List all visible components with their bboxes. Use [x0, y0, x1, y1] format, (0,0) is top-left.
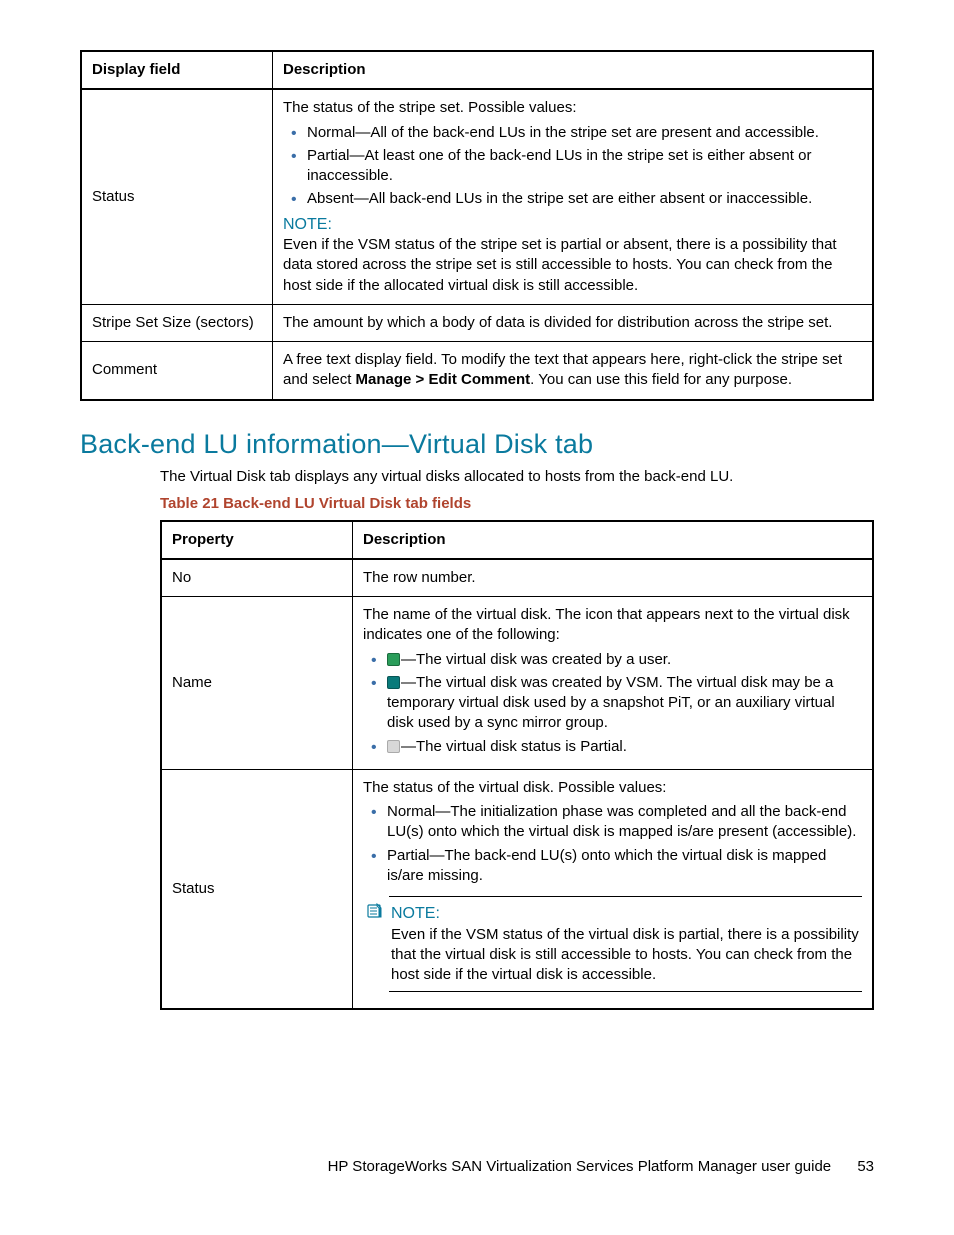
section-intro: The Virtual Disk tab displays any virtua… [160, 468, 874, 485]
cell-size-desc: The amount by which a body of data is di… [273, 304, 874, 341]
cell-size-field: Stripe Set Size (sectors) [81, 304, 273, 341]
page-number: 53 [857, 1158, 874, 1175]
table-virtual-disk-fields: Property Description No The row number. … [160, 520, 874, 1011]
note-body: Even if the VSM status of the stripe set… [283, 235, 862, 296]
disk-vsm-icon [387, 676, 400, 689]
cell-name-desc: The name of the virtual disk. The icon t… [353, 597, 874, 770]
comment-bold: Manage > Edit Comment [356, 371, 531, 388]
note-label: NOTE: [391, 903, 862, 925]
list-item: —The virtual disk was created by VSM. Th… [387, 673, 862, 734]
header-display-field: Display field [81, 51, 273, 89]
vd-status-intro: The status of the virtual disk. Possible… [363, 778, 862, 798]
note-bottom-line [389, 991, 862, 992]
cell-no-field: No [161, 559, 353, 597]
table-stripe-set-fields: Display field Description Status The sta… [80, 50, 874, 401]
table-row: Status The status of the virtual disk. P… [161, 769, 873, 1009]
table-header-row: Property Description [161, 521, 873, 559]
list-item: Normal—All of the back-end LUs in the st… [307, 123, 862, 143]
note-top-line [389, 896, 862, 897]
list-item: Normal—The initialization phase was comp… [387, 802, 862, 843]
table-row: Status The status of the stripe set. Pos… [81, 89, 873, 304]
note-icon [367, 903, 383, 925]
status-bullets: Normal—All of the back-end LUs in the st… [283, 123, 862, 210]
cell-status-desc: The status of the stripe set. Possible v… [273, 89, 874, 304]
cell-comment-field: Comment [81, 342, 273, 400]
cell-name-field: Name [161, 597, 353, 770]
cell-comment-desc: A free text display field. To modify the… [273, 342, 874, 400]
header-property: Property [161, 521, 353, 559]
list-item: Partial—At least one of the back-end LUs… [307, 146, 862, 187]
disk-partial-icon [387, 740, 400, 753]
header-description: Description [353, 521, 874, 559]
bullet1-post: —The virtual disk was created by a user. [401, 651, 671, 668]
disk-user-icon [387, 653, 400, 666]
vd-status-bullets: Normal—The initialization phase was comp… [363, 802, 862, 886]
note-body: Even if the VSM status of the virtual di… [391, 925, 862, 986]
table-row: Name The name of the virtual disk. The i… [161, 597, 873, 770]
footer-title: HP StorageWorks SAN Virtualization Servi… [328, 1158, 832, 1175]
list-item: Partial—The back-end LU(s) onto which th… [387, 846, 862, 887]
cell-status-field: Status [81, 89, 273, 304]
status-intro: The status of the stripe set. Possible v… [283, 98, 862, 118]
cell-no-desc: The row number. [353, 559, 874, 597]
note-box: NOTE: Even if the VSM status of the virt… [367, 896, 862, 992]
list-item: —The virtual disk was created by a user. [387, 650, 862, 670]
table-row: No The row number. [161, 559, 873, 597]
cell-vd-status-desc: The status of the virtual disk. Possible… [353, 769, 874, 1009]
list-item: —The virtual disk status is Partial. [387, 737, 862, 757]
bullet3-post: —The virtual disk status is Partial. [401, 738, 627, 755]
list-item: Absent—All back-end LUs in the stripe se… [307, 189, 862, 209]
table-caption: Table 21 Back-end LU Virtual Disk tab fi… [160, 495, 874, 512]
bullet2-post: —The virtual disk was created by VSM. Th… [387, 674, 835, 732]
name-bullets: —The virtual disk was created by a user.… [363, 650, 862, 757]
note-label: NOTE: [283, 214, 862, 236]
name-intro: The name of the virtual disk. The icon t… [363, 605, 862, 646]
section-heading: Back-end LU information—Virtual Disk tab [80, 429, 874, 460]
table-row: Stripe Set Size (sectors) The amount by … [81, 304, 873, 341]
table-header-row: Display field Description [81, 51, 873, 89]
header-description: Description [273, 51, 874, 89]
page-footer: HP StorageWorks SAN Virtualization Servi… [328, 1158, 874, 1175]
comment-post: . You can use this field for any purpose… [530, 371, 792, 388]
table-row: Comment A free text display field. To mo… [81, 342, 873, 400]
cell-vd-status-field: Status [161, 769, 353, 1009]
